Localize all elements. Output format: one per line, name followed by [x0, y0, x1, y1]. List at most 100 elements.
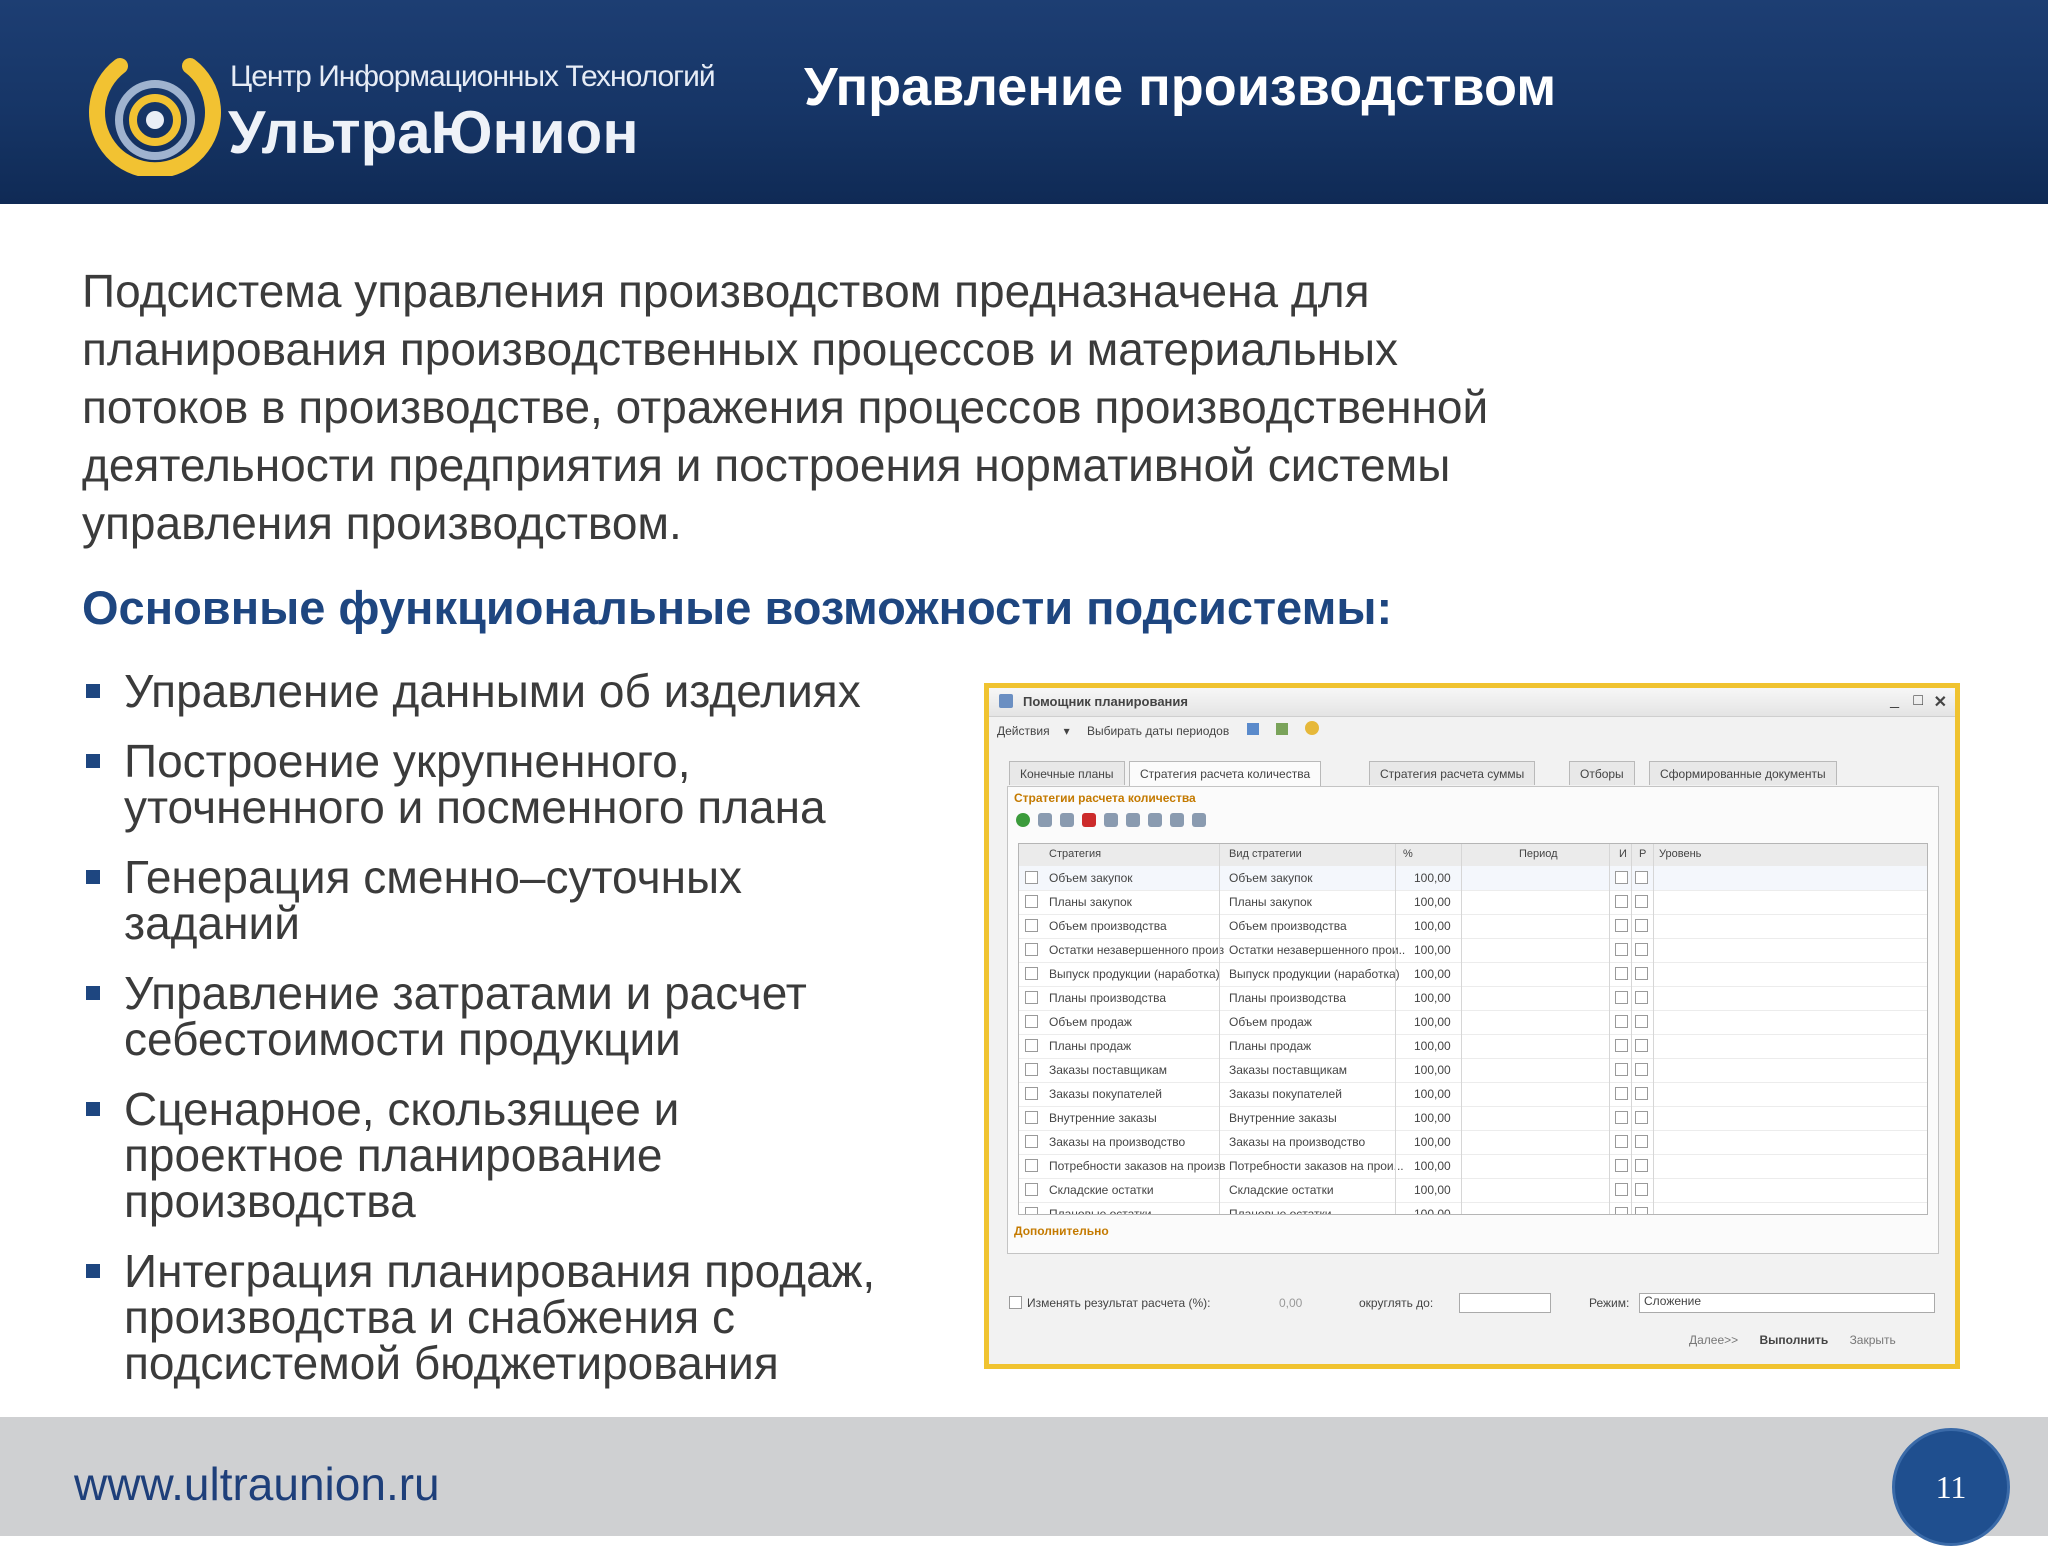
change-result-value[interactable]: 0,00 [1279, 1296, 1302, 1310]
move-down-icon[interactable] [1148, 813, 1162, 827]
cell-i-checkbox[interactable] [1615, 1135, 1628, 1148]
toolbar-icon[interactable] [1275, 723, 1288, 735]
row-checkbox[interactable] [1025, 895, 1038, 908]
help-icon[interactable] [1305, 721, 1320, 735]
table-row[interactable]: Заказы на производство Заказы на производ… [1019, 1130, 1927, 1155]
mode-input[interactable]: Сложение [1639, 1293, 1935, 1313]
tab-filters[interactable]: Отборы [1569, 761, 1635, 785]
row-checkbox[interactable] [1025, 1015, 1038, 1028]
tab-sum-strategy[interactable]: Стратегия расчета суммы [1369, 761, 1536, 785]
cell-r-checkbox[interactable] [1635, 1039, 1648, 1052]
cell-i-checkbox[interactable] [1615, 1207, 1628, 1214]
cell-i-checkbox[interactable] [1615, 943, 1628, 956]
maximize-icon[interactable]: □ [1913, 692, 1923, 710]
list-item: Управление данными об изделиях [82, 668, 962, 714]
table-icon[interactable] [1104, 813, 1118, 827]
table-row[interactable]: Заказы поставщикам Заказы поставщикам 100,… [1019, 1058, 1927, 1083]
row-checkbox[interactable] [1025, 1111, 1038, 1124]
close-icon[interactable]: ✕ [1934, 692, 1947, 712]
add-icon[interactable] [1016, 813, 1030, 827]
table-row[interactable]: Остатки незавершенного произ... Остатки н… [1019, 938, 1927, 963]
table-row[interactable]: Планы производства Планы производства 100,… [1019, 986, 1927, 1011]
sort-asc-icon[interactable] [1170, 813, 1184, 827]
table-row[interactable]: Объем продаж Объем продаж 100,00 [1019, 1010, 1927, 1035]
cell-kind: Остатки незавершенного прои... [1229, 943, 1405, 957]
cell-i-checkbox[interactable] [1615, 991, 1628, 1004]
cell-r-checkbox[interactable] [1635, 1111, 1648, 1124]
table-row[interactable]: Складские остатки Складские остатки 100,00 [1019, 1178, 1927, 1203]
website-link[interactable]: www.ultraunion.ru [74, 1457, 440, 1511]
next-button[interactable]: Далее>> [1689, 1333, 1738, 1347]
cell-r-checkbox[interactable] [1635, 895, 1648, 908]
cell-i-checkbox[interactable] [1615, 1183, 1628, 1196]
table-row[interactable]: Внутренние заказы Внутренние заказы 100,00 [1019, 1106, 1927, 1131]
row-checkbox[interactable] [1025, 1207, 1038, 1214]
tab-generated-docs[interactable]: Сформированные документы [1649, 761, 1837, 785]
minimize-icon[interactable]: _ [1890, 692, 1899, 710]
tab-final-plans[interactable]: Конечные планы [1009, 761, 1125, 785]
edit-icon[interactable] [1060, 813, 1074, 827]
menu-actions[interactable]: Действия [997, 724, 1050, 738]
table-row[interactable]: Планы продаж Планы продаж 100,00 [1019, 1034, 1927, 1059]
cell-i-checkbox[interactable] [1615, 967, 1628, 980]
cell-r-checkbox[interactable] [1635, 1183, 1648, 1196]
table-row[interactable]: Плановые остатки Плановые остатки 100,00 [1019, 1202, 1927, 1215]
copy-icon[interactable] [1038, 813, 1052, 827]
table-row[interactable]: Заказы покупателей Заказы покупателей 100,… [1019, 1082, 1927, 1107]
row-checkbox[interactable] [1025, 1135, 1038, 1148]
cell-strategy: Выпуск продукции (наработка) [1049, 967, 1220, 981]
change-result-checkbox[interactable] [1009, 1296, 1022, 1309]
cell-i-checkbox[interactable] [1615, 1111, 1628, 1124]
table-row[interactable]: Планы закупок Планы закупок 100,00 [1019, 890, 1927, 915]
cell-r-checkbox[interactable] [1635, 871, 1648, 884]
cell-r-checkbox[interactable] [1635, 991, 1648, 1004]
row-checkbox[interactable] [1025, 1063, 1038, 1076]
row-checkbox[interactable] [1025, 919, 1038, 932]
list-item: Интеграция планирования продаж, производ… [82, 1248, 984, 1386]
cell-strategy: Планы закупок [1049, 895, 1132, 909]
cell-i-checkbox[interactable] [1615, 1063, 1628, 1076]
cell-i-checkbox[interactable] [1615, 1039, 1628, 1052]
row-checkbox[interactable] [1025, 1087, 1038, 1100]
row-checkbox[interactable] [1025, 1039, 1038, 1052]
toolbar-icon[interactable] [1246, 723, 1259, 735]
cell-r-checkbox[interactable] [1635, 1159, 1648, 1172]
cell-percent: 100,00 [1414, 1207, 1451, 1215]
cell-r-checkbox[interactable] [1635, 919, 1648, 932]
column-divider [1609, 844, 1610, 1214]
cell-r-checkbox[interactable] [1635, 1087, 1648, 1100]
cell-r-checkbox[interactable] [1635, 1207, 1648, 1214]
row-checkbox[interactable] [1025, 871, 1038, 884]
table-row[interactable]: Объем производства Объем производства 100,… [1019, 914, 1927, 939]
org-subtitle: Центр Информационных Технологий [230, 60, 716, 93]
cell-r-checkbox[interactable] [1635, 967, 1648, 980]
table-row[interactable]: Объем закупок Объем закупок 100,00 [1019, 866, 1927, 891]
cell-i-checkbox[interactable] [1615, 871, 1628, 884]
round-select[interactable] [1459, 1293, 1551, 1313]
row-checkbox[interactable] [1025, 991, 1038, 1004]
row-checkbox[interactable] [1025, 1159, 1038, 1172]
sort-desc-icon[interactable] [1192, 813, 1206, 827]
cell-i-checkbox[interactable] [1615, 919, 1628, 932]
cell-percent: 100,00 [1414, 871, 1451, 885]
cell-i-checkbox[interactable] [1615, 1087, 1628, 1100]
cell-r-checkbox[interactable] [1635, 943, 1648, 956]
cell-r-checkbox[interactable] [1635, 1015, 1648, 1028]
cell-r-checkbox[interactable] [1635, 1135, 1648, 1148]
tab-quantity-strategy[interactable]: Стратегия расчета количества [1129, 761, 1322, 787]
close-button[interactable]: Закрыть [1850, 1333, 1896, 1347]
table-row[interactable]: Выпуск продукции (наработка) Выпуск проду… [1019, 962, 1927, 987]
delete-icon[interactable] [1082, 813, 1096, 827]
run-button[interactable]: Выполнить [1760, 1333, 1829, 1347]
cell-kind: Плановые остатки [1229, 1207, 1332, 1215]
menu-select-dates[interactable]: Выбирать даты периодов [1087, 724, 1229, 738]
cell-i-checkbox[interactable] [1615, 1015, 1628, 1028]
move-up-icon[interactable] [1126, 813, 1140, 827]
cell-i-checkbox[interactable] [1615, 1159, 1628, 1172]
cell-i-checkbox[interactable] [1615, 895, 1628, 908]
table-row[interactable]: Потребности заказов на произв... Потребно… [1019, 1154, 1927, 1179]
cell-r-checkbox[interactable] [1635, 1063, 1648, 1076]
row-checkbox[interactable] [1025, 967, 1038, 980]
row-checkbox[interactable] [1025, 1183, 1038, 1196]
row-checkbox[interactable] [1025, 943, 1038, 956]
